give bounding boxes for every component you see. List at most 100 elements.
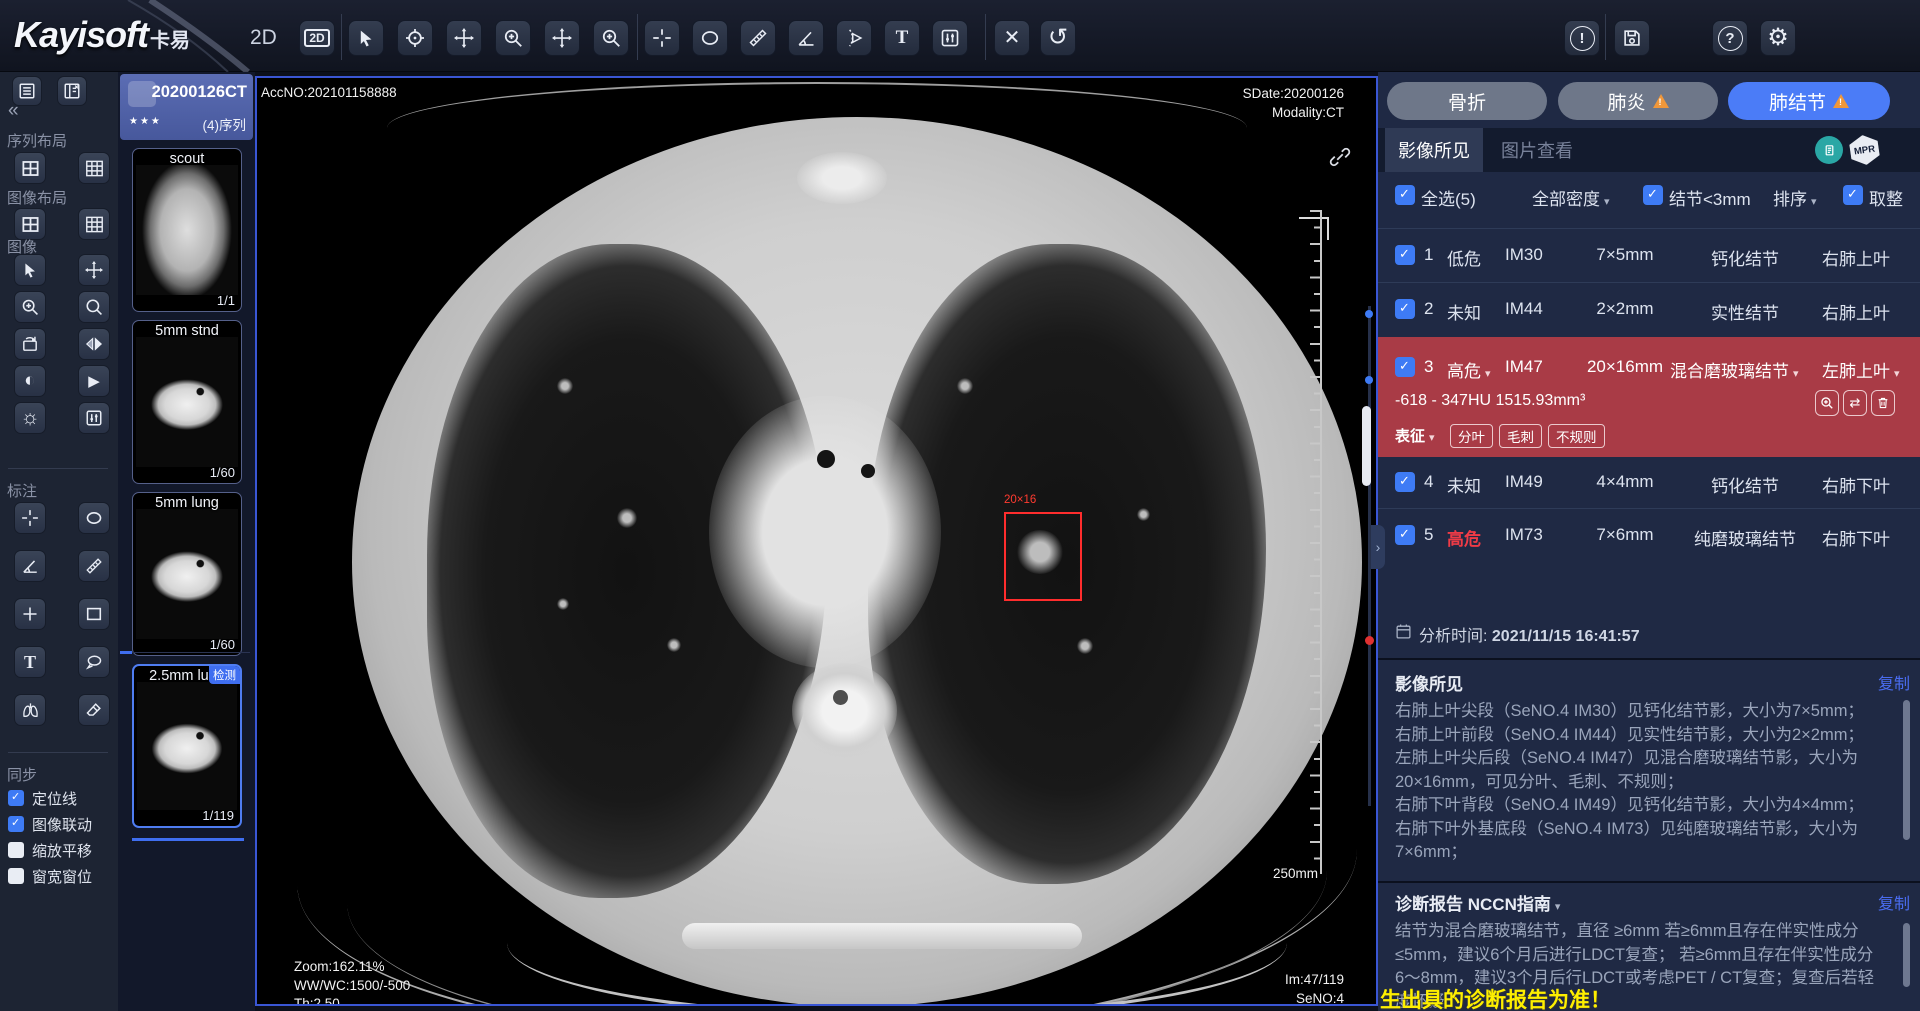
sync-option-window[interactable]: 窗宽窗位 xyxy=(8,866,92,886)
flip-button[interactable] xyxy=(78,328,110,360)
angle-tool-button[interactable] xyxy=(788,20,824,56)
thumbnail-scout[interactable]: scout 1/1 xyxy=(132,148,242,312)
zoom-in-tool-button[interactable] xyxy=(495,20,531,56)
lt3mm-label[interactable]: 结节<3mm xyxy=(1669,185,1751,210)
sync-option-localizer[interactable]: 定位线 xyxy=(8,788,77,808)
invert-button[interactable]: ◐ xyxy=(14,365,46,397)
anno-rect-button[interactable] xyxy=(78,598,110,630)
anno-ruler-button[interactable] xyxy=(78,550,110,582)
lung-segment-button[interactable] xyxy=(14,694,46,726)
nodule-row-1[interactable]: 1 低危 IM30 7×5mm 钙化结节 右肺上叶 xyxy=(1378,228,1920,282)
ct-viewport[interactable]: AccNO:202101158888 SDate:20200126 Modali… xyxy=(255,76,1378,1006)
nodule-row-2[interactable]: 2 未知 IM44 2×2mm 实性结节 右肺上叶 xyxy=(1378,282,1920,337)
tab-fracture[interactable]: 骨折 xyxy=(1387,82,1547,120)
findings-scrollbar[interactable] xyxy=(1903,700,1910,840)
brightness-button[interactable]: ☼ xyxy=(14,402,46,434)
slice-scrollbar-thumb[interactable] xyxy=(1362,406,1371,486)
nodule-type-dropdown[interactable]: 混合磨玻璃结节▾ xyxy=(1670,357,1799,382)
nodule-row-5[interactable]: 5 高危 IM73 7×6mm 纯磨玻璃结节 右肺下叶 xyxy=(1378,508,1920,562)
caret-down-icon[interactable]: ▾ xyxy=(1555,901,1561,913)
layout-2d-button[interactable]: 2D xyxy=(299,20,335,56)
window-level-tool-button[interactable] xyxy=(932,20,968,56)
trait-chip[interactable]: 毛刺 xyxy=(1499,424,1542,448)
sync-option-image-link[interactable]: 图像联动 xyxy=(8,814,92,834)
checkbox-unchecked[interactable] xyxy=(8,842,24,858)
round-checkbox[interactable] xyxy=(1843,185,1863,205)
sort-dropdown[interactable]: 排序▾ xyxy=(1773,185,1817,210)
reset-button[interactable]: ↺ xyxy=(1040,20,1076,56)
trait-chip[interactable]: 不规则 xyxy=(1548,424,1605,448)
mpr-button[interactable]: MPR xyxy=(1847,133,1882,167)
study-header[interactable]: 20200126CT ★★★ (4)序列 xyxy=(120,74,253,140)
nodule-marker-dot[interactable] xyxy=(1365,376,1373,384)
select-all-checkbox[interactable] xyxy=(1395,185,1415,205)
trait-chip[interactable]: 分叶 xyxy=(1450,424,1493,448)
crosshair-tool-button[interactable] xyxy=(644,20,680,56)
alert-button[interactable]: ! xyxy=(1564,20,1600,56)
nodule-roi-box[interactable] xyxy=(1004,512,1082,601)
nodule-marker-dot[interactable] xyxy=(1365,310,1373,318)
window-level-button[interactable] xyxy=(78,402,110,434)
anno-callout-button[interactable] xyxy=(78,646,110,678)
cine-play-button[interactable]: ▶ xyxy=(78,365,110,397)
delete-annotation-button[interactable]: ✕ xyxy=(994,20,1030,56)
collapse-sidebar-button[interactable]: « xyxy=(8,100,19,122)
nodule-checkbox[interactable] xyxy=(1395,357,1415,377)
nodule-checkbox[interactable] xyxy=(1395,245,1415,265)
delete-nodule-button[interactable] xyxy=(1871,390,1895,416)
checkbox-unchecked[interactable] xyxy=(8,868,24,884)
round-label[interactable]: 取整 xyxy=(1869,185,1903,210)
anno-crosshair-button[interactable] xyxy=(14,502,46,534)
report-bubble-button[interactable] xyxy=(1815,136,1843,164)
sync-option-zoom-pan[interactable]: 缩放平移 xyxy=(8,840,92,860)
magnify-nodule-button[interactable] xyxy=(1815,390,1839,416)
help-button[interactable]: ? xyxy=(1712,20,1748,56)
select-all-label[interactable]: 全选(5) xyxy=(1421,185,1476,210)
copy-report-button[interactable]: 复制 xyxy=(1878,890,1910,914)
localizer-tool-button[interactable] xyxy=(397,20,433,56)
cobb-angle-tool-button[interactable] xyxy=(836,20,872,56)
save-button[interactable] xyxy=(1614,20,1650,56)
thumbnail-5mm-lung[interactable]: 5mm lung 1/60 xyxy=(132,492,242,656)
tab-image-view[interactable]: 图片查看 xyxy=(1488,128,1586,172)
move-tool-button[interactable] xyxy=(446,20,482,56)
pointer-button[interactable] xyxy=(14,254,46,286)
anno-text-button[interactable]: T xyxy=(14,646,46,678)
nodule-checkbox[interactable] xyxy=(1395,299,1415,319)
density-dropdown[interactable]: 全部密度▾ xyxy=(1532,185,1610,210)
checkbox-checked[interactable] xyxy=(8,816,24,832)
nodule-row-3-selected[interactable]: 3 高危▾ IM47 20×16mm 混合磨玻璃结节▾ 左肺上叶▾ -618 -… xyxy=(1378,337,1920,457)
link-icon[interactable] xyxy=(1329,146,1351,168)
nodule-checkbox[interactable] xyxy=(1395,472,1415,492)
image-layout-3x3-button[interactable] xyxy=(78,208,110,240)
checkbox-checked[interactable] xyxy=(8,790,24,806)
tab-image-findings[interactable]: 影像所见 xyxy=(1385,128,1483,172)
eraser-button[interactable] xyxy=(78,694,110,726)
report-scrollbar[interactable] xyxy=(1903,923,1910,987)
anno-ellipse-button[interactable] xyxy=(78,502,110,534)
tab-lung-nodule[interactable]: 肺结节 xyxy=(1728,82,1890,120)
ellipse-tool-button[interactable] xyxy=(692,20,728,56)
zoom-in-button[interactable] xyxy=(14,291,46,323)
trait-dropdown[interactable]: 表征▾ xyxy=(1395,425,1435,446)
magnify-button[interactable] xyxy=(78,291,110,323)
compare-nodule-button[interactable]: ⇄ xyxy=(1843,390,1867,416)
thumbnail-5mm-stnd[interactable]: 5mm stnd 1/60 xyxy=(132,320,242,484)
close-series-button[interactable] xyxy=(57,76,87,106)
current-slice-dot[interactable] xyxy=(1365,636,1374,645)
ruler-tool-button[interactable] xyxy=(740,20,776,56)
lt3mm-checkbox[interactable] xyxy=(1643,185,1663,205)
tab-pneumonia[interactable]: 肺炎 xyxy=(1558,82,1718,120)
anno-angle-button[interactable] xyxy=(14,550,46,582)
copy-findings-button[interactable]: 复制 xyxy=(1878,670,1910,694)
anno-cross-button[interactable] xyxy=(14,598,46,630)
nodule-row-4[interactable]: 4 未知 IM49 4×4mm 钙化结节 右肺下叶 xyxy=(1378,457,1920,508)
series-layout-3x3-button[interactable] xyxy=(78,152,110,184)
rotate-image-button[interactable] xyxy=(14,328,46,360)
thumbnail-2-5mm-lung-selected[interactable]: 2.5mm lung 检测 1/119 xyxy=(132,664,242,828)
select-tool-button[interactable] xyxy=(348,20,384,56)
settings-button[interactable]: ⚙ xyxy=(1760,20,1796,56)
nodule-checkbox[interactable] xyxy=(1395,525,1415,545)
nodule-location-dropdown[interactable]: 左肺上叶▾ xyxy=(1822,357,1900,382)
nodule-risk-dropdown[interactable]: 高危▾ xyxy=(1447,357,1491,382)
